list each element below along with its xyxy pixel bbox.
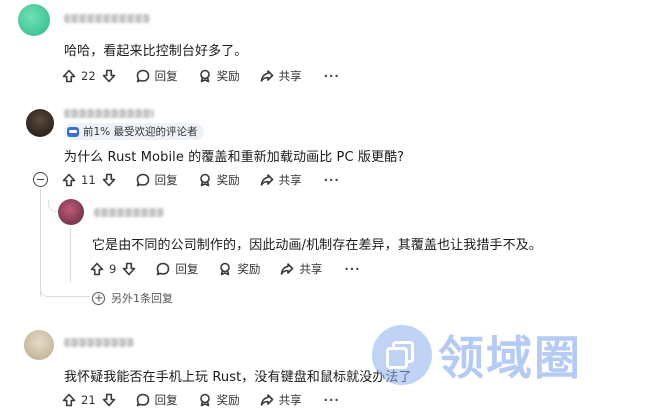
vote-count: 22: [81, 69, 96, 83]
award-icon: [199, 173, 210, 187]
reply-label: 回复: [154, 173, 178, 187]
username[interactable]: [64, 338, 134, 347]
reply-actions: 9 回复 奖励 共享 ···: [90, 258, 360, 280]
downvote-icon: [123, 262, 136, 276]
share-button[interactable]: 共享: [260, 68, 302, 84]
reply-icon: [136, 173, 149, 187]
more-replies-connector: [40, 283, 90, 297]
vote-count: 9: [109, 262, 117, 276]
award-label: 奖励: [216, 173, 240, 187]
award-icon: [199, 69, 210, 83]
more-replies-button[interactable]: 另外1条回复: [92, 290, 173, 306]
vote-count: 11: [81, 173, 96, 187]
reply-label: 回复: [154, 393, 178, 407]
badge-label: 前1% 最受欢迎的评论者: [83, 126, 198, 138]
reply-icon: [136, 393, 149, 407]
share-label: 共享: [299, 262, 323, 276]
upvote-icon: [62, 69, 76, 83]
reply-icon: [136, 69, 149, 83]
award-label: 奖励: [216, 393, 240, 407]
badge-icon: [67, 126, 79, 137]
comment-actions: 21 回复 奖励 共享 ···: [62, 389, 340, 411]
share-icon: [281, 263, 294, 275]
watermark: 领域圈: [372, 322, 582, 388]
reply-text: 它是由不同的公司制作的，因此动画/机制存在差异，其覆盖也让我措手不及。: [92, 238, 542, 253]
award-label: 奖励: [216, 69, 240, 83]
share-label: 共享: [278, 393, 302, 407]
more-options-button[interactable]: ···: [324, 393, 340, 407]
share-label: 共享: [278, 69, 302, 83]
downvote-icon: [102, 69, 115, 83]
share-button[interactable]: 共享: [280, 261, 322, 277]
upvote-button[interactable]: 21: [62, 393, 96, 407]
more-options-button[interactable]: ···: [324, 173, 340, 187]
username[interactable]: [64, 109, 154, 118]
downvote-button[interactable]: [102, 69, 116, 83]
expand-icon: [92, 291, 105, 305]
reply-button[interactable]: 回复: [136, 172, 178, 188]
award-button[interactable]: 奖励: [218, 261, 260, 277]
upvote-button[interactable]: 22: [62, 69, 96, 83]
top-commenter-badge: 前1% 最受欢迎的评论者: [64, 123, 204, 140]
vote-count: 21: [81, 393, 96, 407]
comment-actions: 11 回复 奖励 共享 ···: [62, 169, 340, 191]
more-options-button[interactable]: ···: [344, 262, 360, 276]
avatar[interactable]: [18, 4, 50, 36]
more-replies-label: 另外1条回复: [111, 292, 173, 305]
award-button[interactable]: 奖励: [198, 68, 240, 84]
username[interactable]: [94, 208, 164, 217]
award-label: 奖励: [237, 262, 261, 276]
upvote-icon: [62, 393, 76, 407]
downvote-button[interactable]: [102, 393, 116, 407]
share-icon: [260, 394, 273, 406]
reply-icon: [157, 262, 170, 276]
share-icon: [260, 174, 273, 186]
award-button[interactable]: 奖励: [198, 172, 240, 188]
share-label: 共享: [278, 173, 302, 187]
reply-label: 回复: [175, 262, 199, 276]
comment-actions: 22 回复 奖励 共享 ···: [62, 65, 340, 87]
share-button[interactable]: 共享: [260, 392, 302, 408]
upvote-button[interactable]: 11: [62, 173, 96, 187]
award-icon: [220, 262, 231, 276]
avatar[interactable]: [58, 199, 84, 225]
award-icon: [199, 393, 210, 407]
share-button[interactable]: 共享: [260, 172, 302, 188]
comment-text: 哈哈，看起来比控制台好多了。: [64, 44, 248, 59]
comment-text: 我怀疑我能否在手机上玩 Rust，没有键盘和鼠标就没办法了: [64, 370, 412, 385]
upvote-icon: [90, 262, 104, 276]
reply-button[interactable]: 回复: [136, 68, 178, 84]
thread-line: [70, 228, 71, 283]
downvote-icon: [102, 173, 115, 187]
avatar[interactable]: [26, 109, 54, 137]
downvote-button[interactable]: [122, 262, 136, 276]
upvote-button[interactable]: 9: [90, 262, 116, 276]
avatar[interactable]: [24, 330, 54, 360]
share-icon: [260, 70, 273, 82]
comment-text: 为什么 Rust Mobile 的覆盖和重新加载动画比 PC 版更酷?: [64, 150, 405, 165]
award-button[interactable]: 奖励: [198, 392, 240, 408]
reply-button[interactable]: 回复: [156, 261, 198, 277]
upvote-icon: [62, 173, 76, 187]
more-options-button[interactable]: ···: [324, 69, 340, 83]
reply-button[interactable]: 回复: [136, 392, 178, 408]
downvote-button[interactable]: [102, 173, 116, 187]
watermark-text: 领域圈: [438, 331, 582, 385]
reply-label: 回复: [154, 69, 178, 83]
watermark-logo-icon: [372, 325, 432, 385]
thread-line: [40, 189, 41, 297]
username[interactable]: [64, 14, 150, 23]
downvote-icon: [102, 393, 115, 407]
collapse-thread-button[interactable]: [33, 172, 48, 187]
